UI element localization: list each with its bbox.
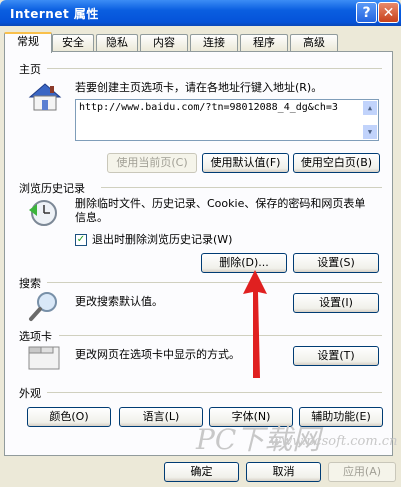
use-blank-button[interactable]: 使用空白页(B) bbox=[293, 153, 380, 173]
use-default-button[interactable]: 使用默认值(F) bbox=[202, 153, 289, 173]
tabs-icon bbox=[28, 346, 60, 370]
history-settings-button[interactable]: 设置(S) bbox=[293, 253, 379, 273]
help-button[interactable]: ? bbox=[356, 2, 377, 23]
search-section-label: 搜索 bbox=[19, 277, 41, 290]
cancel-button[interactable]: 取消 bbox=[246, 462, 321, 482]
history-section-label: 浏览历史记录 bbox=[19, 182, 85, 195]
colors-button[interactable]: 颜色(O) bbox=[27, 407, 111, 427]
appearance-section-label: 外观 bbox=[19, 387, 41, 400]
delete-on-exit-checkbox[interactable]: ✓ bbox=[75, 234, 87, 246]
close-button[interactable]: ✕ bbox=[378, 2, 399, 23]
tab-general[interactable]: 常规 bbox=[4, 32, 52, 53]
home-icon bbox=[28, 83, 62, 111]
tabs-divider bbox=[59, 335, 382, 336]
window-title: Internet 属性 bbox=[10, 7, 99, 21]
history-description: 删除临时文件、历史记录、Cookie、保存的密码和网页表单信息。 bbox=[75, 197, 366, 224]
tabs-settings-button[interactable]: 设置(T) bbox=[293, 346, 379, 366]
apply-button[interactable]: 应用(A) bbox=[328, 462, 396, 482]
tab-security[interactable]: 安全 bbox=[52, 34, 94, 51]
history-divider bbox=[101, 187, 382, 188]
delete-on-exit-label: 退出时删除浏览历史记录(W) bbox=[92, 233, 233, 246]
tab-programs[interactable]: 程序 bbox=[240, 34, 288, 51]
red-arrow-annotation bbox=[243, 270, 267, 378]
search-settings-button[interactable]: 设置(I) bbox=[293, 293, 379, 313]
search-divider bbox=[47, 282, 382, 283]
general-panel: 主页 若要创建主页选项卡，请在各地址行键入地址(R)。 http://www.b… bbox=[4, 51, 393, 456]
history-clock-icon bbox=[29, 200, 57, 226]
home-url-value: http://www.baidu.com/?tn=98012088_4_dg&c… bbox=[79, 102, 338, 113]
home-divider bbox=[47, 68, 382, 69]
title-bar: Internet 属性 ? ✕ bbox=[0, 0, 401, 26]
tab-privacy[interactable]: 隐私 bbox=[96, 34, 138, 51]
appearance-divider bbox=[47, 392, 382, 393]
watermark-url: www.pcsoft.com.cn bbox=[270, 434, 398, 449]
tabs-section-label: 选项卡 bbox=[19, 330, 52, 343]
search-icon bbox=[29, 292, 57, 321]
tab-connections[interactable]: 连接 bbox=[190, 34, 238, 51]
use-current-button[interactable]: 使用当前页(C) bbox=[107, 153, 197, 173]
tab-content[interactable]: 内容 bbox=[140, 34, 188, 51]
search-description: 更改搜索默认值。 bbox=[75, 295, 163, 308]
ok-button[interactable]: 确定 bbox=[164, 462, 239, 482]
home-url-field[interactable]: http://www.baidu.com/?tn=98012088_4_dg&c… bbox=[75, 99, 379, 141]
scroll-down-icon[interactable]: ▼ bbox=[362, 124, 378, 140]
languages-button[interactable]: 语言(L) bbox=[119, 407, 203, 427]
scroll-up-icon[interactable]: ▲ bbox=[362, 100, 378, 116]
tabs-description: 更改网页在选项卡中显示的方式。 bbox=[75, 348, 240, 361]
home-description: 若要创建主页选项卡，请在各地址行键入地址(R)。 bbox=[75, 81, 323, 94]
tab-advanced[interactable]: 高级 bbox=[290, 34, 338, 51]
home-section-label: 主页 bbox=[19, 63, 41, 76]
